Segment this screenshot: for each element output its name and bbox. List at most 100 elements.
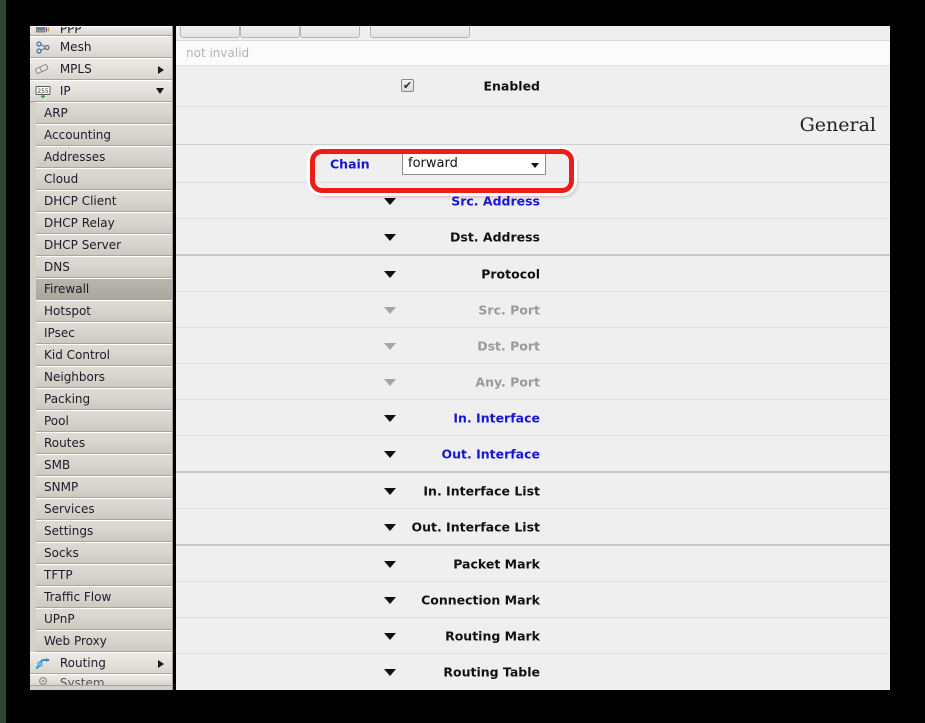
sidebar-item-cloud[interactable]: Cloud: [36, 168, 172, 190]
field-row-protocol[interactable]: Protocol: [176, 256, 890, 292]
chevron-down-icon[interactable]: [384, 668, 396, 676]
sidebar-item-dhcp-server[interactable]: DHCP Server: [36, 234, 172, 256]
field-row-connection-mark[interactable]: Connection Mark: [176, 582, 890, 618]
sidebar-item-tftp[interactable]: TFTP: [36, 564, 172, 586]
sidebar-item-kid-control[interactable]: Kid Control: [36, 344, 172, 366]
field-row-in-interface-list[interactable]: In. Interface List: [176, 473, 890, 509]
sidebar-item-traffic-flow[interactable]: Traffic Flow: [36, 586, 172, 608]
sidebar-item-system-clipped[interactable]: System: [30, 674, 172, 686]
sidebar-item-dns[interactable]: DNS: [36, 256, 172, 278]
toolbar-button-1[interactable]: [180, 26, 240, 38]
enabled-label: Enabled: [483, 78, 540, 94]
field-label[interactable]: Src. Address: [451, 193, 540, 208]
winbox-sidebar-menu[interactable]: PPP Mesh MPLS 255 IP ARP Accounting Addr…: [30, 26, 173, 690]
sidebar-item-mesh-label: Mesh: [59, 40, 92, 54]
mesh-icon: [34, 37, 52, 57]
sidebar-item-label: Services: [44, 502, 95, 516]
sidebar-item-system-label: System: [59, 676, 105, 686]
field-label[interactable]: Out. Interface: [441, 446, 540, 461]
field-row-in-interface[interactable]: In. Interface: [176, 400, 890, 436]
sidebar-item-ip[interactable]: 255 IP: [30, 80, 172, 102]
svg-text:255: 255: [37, 88, 49, 95]
chevron-down-icon[interactable]: [384, 414, 396, 422]
sidebar-item-arp[interactable]: ARP: [36, 102, 172, 124]
chain-select[interactable]: forward: [402, 152, 546, 175]
chevron-down-icon[interactable]: [384, 560, 396, 568]
field-label[interactable]: In. Interface: [453, 410, 540, 425]
field-row-dst-port[interactable]: Dst. Port: [176, 328, 890, 364]
field-row-packet-mark[interactable]: Packet Mark: [176, 546, 890, 582]
sidebar-item-label: TFTP: [44, 568, 73, 582]
sidebar-item-ppp-label: PPP: [59, 26, 82, 36]
sidebar-item-pool[interactable]: Pool: [36, 410, 172, 432]
sidebar-item-neighbors[interactable]: Neighbors: [36, 366, 172, 388]
field-row-any-port[interactable]: Any. Port: [176, 364, 890, 400]
sidebar-item-dhcp-client[interactable]: DHCP Client: [36, 190, 172, 212]
section-header-general: General: [176, 107, 890, 145]
sidebar-item-dhcp-relay[interactable]: DHCP Relay: [36, 212, 172, 234]
sidebar-item-web-proxy[interactable]: Web Proxy: [36, 630, 172, 652]
sidebar-item-snmp[interactable]: SNMP: [36, 476, 172, 498]
chevron-down-icon[interactable]: [384, 632, 396, 640]
toolbar-button-3[interactable]: [300, 26, 360, 38]
field-label: Packet Mark: [453, 556, 540, 571]
sidebar-item-label: Accounting: [44, 128, 112, 142]
chevron-down-icon[interactable]: [384, 487, 396, 495]
sidebar-item-firewall[interactable]: Firewall: [36, 278, 172, 300]
sidebar-item-label: Packing: [44, 392, 91, 406]
chevron-right-icon: [158, 660, 164, 668]
chevron-down-icon[interactable]: [384, 523, 396, 531]
sidebar-item-ipsec[interactable]: IPsec: [36, 322, 172, 344]
chevron-down-icon[interactable]: [384, 197, 396, 205]
chevron-down-icon[interactable]: [384, 233, 396, 241]
chain-row: Chain forward: [176, 145, 890, 193]
chevron-down-icon: [156, 88, 164, 94]
field-row-out-interface[interactable]: Out. Interface: [176, 436, 890, 473]
sidebar-item-settings[interactable]: Settings: [36, 520, 172, 542]
sidebar-item-label: Addresses: [44, 150, 106, 164]
chevron-down-icon: [384, 378, 396, 386]
field-row-out-interface-list[interactable]: Out. Interface List: [176, 509, 890, 546]
sidebar-item-mesh[interactable]: Mesh: [30, 36, 172, 58]
toolbar-button-2[interactable]: [240, 26, 300, 38]
chevron-down-icon[interactable]: [384, 450, 396, 458]
sidebar-item-label: DHCP Client: [44, 194, 117, 208]
dialog-toolbar[interactable]: [176, 26, 890, 41]
chevron-down-icon[interactable]: [384, 270, 396, 278]
sidebar-item-routing[interactable]: Routing: [30, 652, 172, 674]
field-row-dst-address[interactable]: Dst. Address: [176, 219, 890, 256]
field-label: Out. Interface List: [411, 519, 540, 534]
sidebar-item-label: Neighbors: [44, 370, 106, 384]
sidebar-item-label: Cloud: [44, 172, 79, 186]
field-row-src-port[interactable]: Src. Port: [176, 292, 890, 328]
sidebar-item-smb[interactable]: SMB: [36, 454, 172, 476]
status-text: not invalid: [186, 46, 250, 60]
field-label: In. Interface List: [423, 483, 540, 498]
sidebar-item-routes[interactable]: Routes: [36, 432, 172, 454]
sidebar-item-accounting[interactable]: Accounting: [36, 124, 172, 146]
sidebar-item-label: Traffic Flow: [44, 590, 112, 604]
sidebar-item-services[interactable]: Services: [36, 498, 172, 520]
sidebar-item-label: DNS: [44, 260, 70, 274]
field-label: Protocol: [481, 266, 540, 281]
status-strip: not invalid: [176, 41, 890, 66]
sidebar-item-socks[interactable]: Socks: [36, 542, 172, 564]
sidebar-item-packing[interactable]: Packing: [36, 388, 172, 410]
sidebar-item-hotspot[interactable]: Hotspot: [36, 300, 172, 322]
sidebar-item-upnp[interactable]: UPnP: [36, 608, 172, 630]
field-row-routing-mark[interactable]: Routing Mark: [176, 618, 890, 654]
field-row-routing-table[interactable]: Routing Table: [176, 654, 890, 689]
field-row-src-address[interactable]: Src. Address: [176, 183, 890, 219]
chevron-right-icon: [158, 66, 164, 74]
desktop-edge-strip: [0, 0, 6, 723]
chevron-down-icon[interactable]: [384, 596, 396, 604]
ppp-icon: [34, 27, 52, 35]
toolbar-button-4[interactable]: [370, 26, 470, 38]
sidebar-item-label: ARP: [44, 106, 68, 120]
sidebar-item-ppp-clipped[interactable]: PPP: [30, 26, 172, 36]
sidebar-item-addresses[interactable]: Addresses: [36, 146, 172, 168]
sidebar-item-mpls[interactable]: MPLS: [30, 58, 172, 80]
sidebar-item-label: IPsec: [44, 326, 75, 340]
enabled-checkbox[interactable]: ✔: [401, 79, 414, 92]
sidebar-item-label: UPnP: [44, 612, 75, 626]
